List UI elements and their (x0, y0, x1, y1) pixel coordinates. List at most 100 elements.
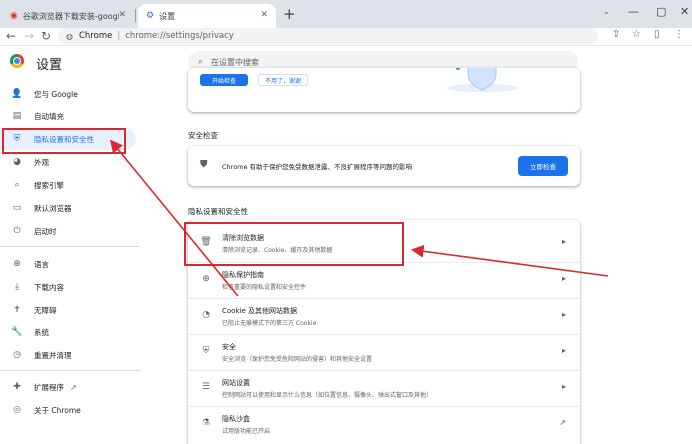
row-title: 隐私保护指南 (222, 271, 264, 279)
tab-title: 设置 (159, 11, 176, 21)
search-placeholder: 在设置中搜索 (211, 57, 260, 67)
row-subtitle: 安全浏览（保护您免受危险网站的侵害）和其他安全设置 (222, 356, 373, 363)
annotation-box-privacy-menu (2, 128, 126, 154)
maximize-icon[interactable]: ▢ (656, 5, 666, 18)
tab-settings[interactable]: ⚙ 设置 ✕ (138, 4, 276, 28)
share-icon[interactable]: ⇪ (612, 29, 620, 40)
row-title: 安全 (222, 343, 236, 351)
chevron-right-icon: ▸ (561, 346, 566, 355)
new-tab-button[interactable]: + (283, 5, 296, 23)
power-icon: ⏻ (13, 226, 21, 236)
download-icon: ⤓ (15, 282, 19, 292)
sidebar-item-label: 外观 (34, 157, 49, 167)
chevron-right-icon: ▸ (561, 237, 566, 246)
close-icon[interactable]: ✕ (260, 10, 268, 20)
cookie-icon: ◔ (202, 310, 210, 320)
sidebar-item-label: 扩展程序 (34, 382, 64, 392)
reload-icon[interactable]: ↻ (41, 29, 51, 43)
safety-check-description: Chrome 有助于保护您免受数据泄露、不良扩展程序等问题的影响 (222, 163, 413, 171)
sidebar-item-label: 您与 Google (34, 89, 78, 99)
safety-check-card: ⛊ Chrome 有助于保护您免受数据泄露、不良扩展程序等问题的影响 立即检查 (188, 146, 580, 186)
row-subtitle: 检查重要的隐私设置和安全控件 (222, 284, 307, 291)
chevron-right-icon: ▸ (561, 274, 566, 283)
privacy-heading: 隐私设置和安全性 (188, 207, 248, 216)
cookies-row[interactable]: ◔ Cookie 及其他网站数据 已阻止无痕模式下的第三方 Cookie ▸ (188, 298, 580, 332)
wrench-icon: 🔧 (11, 327, 23, 337)
row-subtitle: 控制网站可以使用和显示什么信息（如位置信息、摄像头、弹出式窗口及其他） (222, 392, 433, 399)
shield-check-icon: ⛊ (200, 159, 208, 170)
sidebar-item-languages[interactable]: ⊕ 语言 (0, 253, 140, 275)
row-title: Cookie 及其他网站数据 (222, 307, 297, 315)
sidebar-item-label: 关于 Chrome (34, 405, 81, 415)
annotation-box-clear-data (184, 222, 404, 266)
sidebar-item-reset[interactable]: ◷ 重置并清理 (0, 344, 140, 366)
sidebar-item-about-chrome[interactable]: ◎ 关于 Chrome (0, 399, 140, 421)
tab-download-page[interactable]: ◉ 谷歌浏览器下载安装-google ch ✕ (4, 4, 134, 28)
check-now-button[interactable]: 立即检查 (518, 156, 568, 176)
sidebar-item-label: 启动时 (34, 226, 57, 236)
privacy-guide-promo-card: 开始检查 不用了，谢谢 (188, 68, 580, 112)
address-path: chrome://settings/privacy (125, 31, 234, 41)
sidebar-item-label: 系统 (34, 327, 49, 337)
star-icon[interactable]: ☆ (632, 29, 641, 40)
sliders-icon: ☰ (201, 382, 211, 392)
menu-icon[interactable]: ⋮ (674, 29, 684, 40)
row-title: 网站设置 (222, 379, 250, 387)
tab-search-icon[interactable]: ⌄ (603, 7, 610, 16)
row-title: 隐私沙盒 (222, 415, 250, 423)
security-row[interactable]: ⛨ 安全 安全浏览（保护您免受危险网站的侵害）和其他安全设置 ▸ (188, 334, 580, 368)
puzzle-icon: ✚ (13, 382, 21, 392)
sidebar-item-accessibility[interactable]: ✝ 无障碍 (0, 299, 140, 321)
sidebar-item-label: 自动填充 (34, 111, 64, 121)
external-link-icon: ↗ (70, 382, 77, 392)
tab-title: 谷歌浏览器下载安装-google ch (22, 11, 119, 21)
back-icon[interactable]: ← (6, 29, 16, 43)
reset-icon: ◷ (13, 350, 21, 360)
clipboard-icon: ▤ (12, 111, 22, 121)
sidebar-divider (0, 246, 140, 247)
sidebar-divider (0, 370, 140, 371)
sidebar-item-autofill[interactable]: ▤ 自动填充 (0, 105, 140, 127)
chrome-icon: ◎ (13, 405, 21, 415)
browser-icon: ▭ (12, 203, 22, 213)
site-settings-row[interactable]: ☰ 网站设置 控制网站可以使用和显示什么信息（如位置信息、摄像头、弹出式窗口及其… (188, 370, 580, 404)
sidebar-item-search-engine[interactable]: ⌕ 搜索引擎 (0, 174, 140, 196)
close-window-icon[interactable]: ✕ (680, 5, 689, 18)
privacy-guide-row[interactable]: ⊕ 隐私保护指南 检查重要的隐私设置和安全控件 ▸ (188, 262, 580, 296)
sidebar-item-extensions[interactable]: ✚ 扩展程序 ↗ (0, 376, 140, 398)
globe-icon: ⊕ (13, 259, 21, 269)
no-thanks-button[interactable]: 不用了，谢谢 (258, 74, 308, 86)
flask-icon: ⚗ (201, 418, 211, 428)
sidebar-item-system[interactable]: 🔧 系统 (0, 321, 140, 343)
site-info-icon[interactable]: ◍ (66, 32, 73, 41)
sidebar-item-label: 默认浏览器 (34, 203, 72, 213)
external-link-icon: ↗ (559, 418, 566, 427)
search-icon: ⌕ (198, 57, 204, 67)
sidebar-item-default-browser[interactable]: ▭ 默认浏览器 (0, 197, 140, 219)
sidebar-item-downloads[interactable]: ⤓ 下载内容 (0, 276, 140, 298)
page-favicon-icon: ◉ (10, 11, 18, 21)
shield-icon: ⛨ (202, 346, 210, 356)
tab-divider (135, 9, 136, 22)
search-icon: ⌕ (14, 180, 20, 190)
row-subtitle: 已阻止无痕模式下的第三方 Cookie (222, 320, 317, 327)
sidebar-item-label: 重置并清理 (34, 350, 72, 360)
sidebar-item-you-and-google[interactable]: 👤 您与 Google (0, 83, 140, 105)
forward-icon[interactable]: → (24, 29, 34, 43)
tab-strip: ◉ 谷歌浏览器下载安装-google ch ✕ ⚙ 设置 ✕ + ⌄ — ▢ ✕ (0, 0, 692, 28)
start-check-button[interactable]: 开始检查 (200, 74, 248, 86)
minimize-icon[interactable]: — (628, 5, 639, 18)
side-panel-icon[interactable]: ▯ (654, 29, 660, 40)
address-bar[interactable]: ◍ Chrome | chrome://settings/privacy (58, 28, 598, 44)
close-icon[interactable]: ✕ (118, 10, 126, 20)
sidebar-item-on-startup[interactable]: ⏻ 启动时 (0, 220, 140, 242)
page-title: 设置 (36, 58, 63, 73)
privacy-sandbox-row[interactable]: ⚗ 隐私沙盒 试用版功能已开启 ↗ (188, 406, 580, 440)
chevron-right-icon: ▸ (561, 310, 566, 319)
row-subtitle: 试用版功能已开启 (222, 428, 271, 435)
sidebar-item-label: 下载内容 (34, 282, 64, 292)
accessibility-icon: ✝ (13, 305, 21, 315)
sidebar-item-label: 语言 (34, 259, 49, 269)
sidebar-item-appearance[interactable]: ◕ 外观 (0, 151, 140, 173)
chrome-window: ◉ 谷歌浏览器下载安装-google ch ✕ ⚙ 设置 ✕ + ⌄ — ▢ ✕… (0, 0, 692, 444)
